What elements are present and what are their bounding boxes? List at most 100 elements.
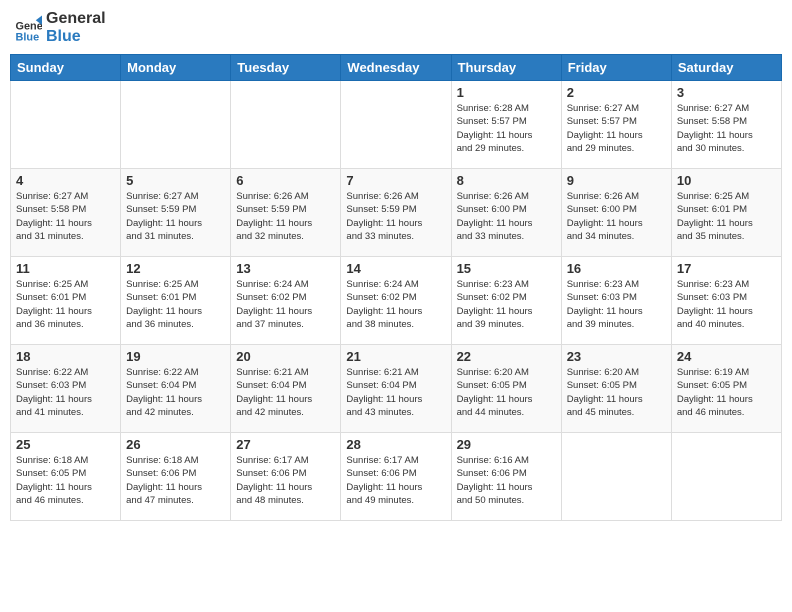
day-info: Sunrise: 6:25 AM Sunset: 6:01 PM Dayligh…	[677, 190, 776, 243]
calendar-week-5: 25Sunrise: 6:18 AM Sunset: 6:05 PM Dayli…	[11, 433, 782, 521]
calendar-week-2: 4 Sunrise: 6:27 AM Sunset: 5:58 PM Daylig…	[11, 169, 782, 257]
day-info: Sunrise: 6:20 AM Sunset: 6:05 PM Dayligh…	[457, 366, 556, 419]
calendar-table: SundayMondayTuesdayWednesdayThursdayFrid…	[10, 54, 782, 521]
logo-blue: Blue	[46, 28, 106, 46]
logo-general: General	[46, 10, 106, 28]
day-info: Sunrise: 6:19 AM Sunset: 6:05 PM Dayligh…	[677, 366, 776, 419]
day-number: 11	[16, 261, 115, 276]
day-number: 15	[457, 261, 556, 276]
day-number: 24	[677, 349, 776, 364]
day-number: 10	[677, 173, 776, 188]
weekday-header-wednesday: Wednesday	[341, 55, 451, 81]
weekday-header-saturday: Saturday	[671, 55, 781, 81]
calendar-cell: 12 Sunrise: 6:25 AM Sunset: 6:01 PM Dayli…	[121, 257, 231, 345]
day-number: 1	[457, 85, 556, 100]
calendar-cell: 13 Sunrise: 6:24 AM Sunset: 6:02 PM Dayli…	[231, 257, 341, 345]
svg-text:Blue: Blue	[16, 31, 40, 42]
calendar-cell: 20 Sunrise: 6:21 AM Sunset: 6:04 PM Dayli…	[231, 345, 341, 433]
day-info: Sunrise: 6:24 AM Sunset: 6:02 PM Dayligh…	[236, 278, 335, 331]
calendar-cell	[121, 81, 231, 169]
day-info: Sunrise: 6:27 AM Sunset: 5:58 PM Dayligh…	[677, 102, 776, 155]
day-info: Sunrise: 6:23 AM Sunset: 6:03 PM Dayligh…	[677, 278, 776, 331]
day-info: Sunrise: 6:27 AM Sunset: 5:59 PM Dayligh…	[126, 190, 225, 243]
calendar-cell: 15 Sunrise: 6:23 AM Sunset: 6:02 PM Dayli…	[451, 257, 561, 345]
calendar-cell: 4 Sunrise: 6:27 AM Sunset: 5:58 PM Daylig…	[11, 169, 121, 257]
calendar-cell: 14Sunrise: 6:24 AM Sunset: 6:02 PM Dayli…	[341, 257, 451, 345]
weekday-header-friday: Friday	[561, 55, 671, 81]
calendar-cell	[341, 81, 451, 169]
day-number: 5	[126, 173, 225, 188]
day-info: Sunrise: 6:20 AM Sunset: 6:05 PM Dayligh…	[567, 366, 666, 419]
weekday-header-sunday: Sunday	[11, 55, 121, 81]
calendar-cell: 26Sunrise: 6:18 AM Sunset: 6:06 PM Dayli…	[121, 433, 231, 521]
day-number: 13	[236, 261, 335, 276]
calendar-cell: 7 Sunrise: 6:26 AM Sunset: 5:59 PM Daylig…	[341, 169, 451, 257]
day-number: 28	[346, 437, 445, 452]
day-number: 20	[236, 349, 335, 364]
calendar-cell: 5 Sunrise: 6:27 AM Sunset: 5:59 PM Daylig…	[121, 169, 231, 257]
day-info: Sunrise: 6:25 AM Sunset: 6:01 PM Dayligh…	[126, 278, 225, 331]
day-number: 2	[567, 85, 666, 100]
calendar-cell: 28 Sunrise: 6:17 AM Sunset: 6:06 PM Dayli…	[341, 433, 451, 521]
calendar-cell: 19 Sunrise: 6:22 AM Sunset: 6:04 PM Dayli…	[121, 345, 231, 433]
day-number: 4	[16, 173, 115, 188]
day-number: 21	[346, 349, 445, 364]
day-info: Sunrise: 6:22 AM Sunset: 6:04 PM Dayligh…	[126, 366, 225, 419]
calendar-cell	[561, 433, 671, 521]
day-number: 19	[126, 349, 225, 364]
day-info: Sunrise: 6:24 AM Sunset: 6:02 PM Dayligh…	[346, 278, 445, 331]
day-info: Sunrise: 6:23 AM Sunset: 6:03 PM Dayligh…	[567, 278, 666, 331]
day-number: 18	[16, 349, 115, 364]
day-number: 16	[567, 261, 666, 276]
day-info: Sunrise: 6:21 AM Sunset: 6:04 PM Dayligh…	[236, 366, 335, 419]
calendar-cell: 29 Sunrise: 6:16 AM Sunset: 6:06 PM Dayli…	[451, 433, 561, 521]
calendar-week-1: 1 Sunrise: 6:28 AM Sunset: 5:57 PM Daylig…	[11, 81, 782, 169]
calendar-cell: 25Sunrise: 6:18 AM Sunset: 6:05 PM Dayli…	[11, 433, 121, 521]
calendar-cell: 8 Sunrise: 6:26 AM Sunset: 6:00 PM Daylig…	[451, 169, 561, 257]
day-info: Sunrise: 6:26 AM Sunset: 6:00 PM Dayligh…	[567, 190, 666, 243]
day-info: Sunrise: 6:26 AM Sunset: 5:59 PM Dayligh…	[346, 190, 445, 243]
day-number: 29	[457, 437, 556, 452]
day-info: Sunrise: 6:18 AM Sunset: 6:05 PM Dayligh…	[16, 454, 115, 507]
day-number: 9	[567, 173, 666, 188]
day-number: 27	[236, 437, 335, 452]
calendar-body: 1 Sunrise: 6:28 AM Sunset: 5:57 PM Daylig…	[11, 81, 782, 521]
calendar-cell: 9 Sunrise: 6:26 AM Sunset: 6:00 PM Daylig…	[561, 169, 671, 257]
day-info: Sunrise: 6:21 AM Sunset: 6:04 PM Dayligh…	[346, 366, 445, 419]
calendar-cell: 1 Sunrise: 6:28 AM Sunset: 5:57 PM Daylig…	[451, 81, 561, 169]
day-info: Sunrise: 6:17 AM Sunset: 6:06 PM Dayligh…	[236, 454, 335, 507]
weekday-header-row: SundayMondayTuesdayWednesdayThursdayFrid…	[11, 55, 782, 81]
day-info: Sunrise: 6:17 AM Sunset: 6:06 PM Dayligh…	[346, 454, 445, 507]
calendar-cell: 6 Sunrise: 6:26 AM Sunset: 5:59 PM Daylig…	[231, 169, 341, 257]
day-number: 23	[567, 349, 666, 364]
calendar-cell: 23 Sunrise: 6:20 AM Sunset: 6:05 PM Dayli…	[561, 345, 671, 433]
calendar-cell: 17 Sunrise: 6:23 AM Sunset: 6:03 PM Dayli…	[671, 257, 781, 345]
day-number: 17	[677, 261, 776, 276]
calendar-cell: 2 Sunrise: 6:27 AM Sunset: 5:57 PM Daylig…	[561, 81, 671, 169]
calendar-cell: 10 Sunrise: 6:25 AM Sunset: 6:01 PM Dayli…	[671, 169, 781, 257]
calendar-cell: 27 Sunrise: 6:17 AM Sunset: 6:06 PM Dayli…	[231, 433, 341, 521]
day-number: 3	[677, 85, 776, 100]
day-info: Sunrise: 6:22 AM Sunset: 6:03 PM Dayligh…	[16, 366, 115, 419]
day-number: 26	[126, 437, 225, 452]
calendar-cell: 3 Sunrise: 6:27 AM Sunset: 5:58 PM Daylig…	[671, 81, 781, 169]
day-info: Sunrise: 6:28 AM Sunset: 5:57 PM Dayligh…	[457, 102, 556, 155]
day-info: Sunrise: 6:26 AM Sunset: 6:00 PM Dayligh…	[457, 190, 556, 243]
day-info: Sunrise: 6:26 AM Sunset: 5:59 PM Dayligh…	[236, 190, 335, 243]
logo-icon: General Blue	[14, 14, 42, 42]
logo: General Blue General Blue	[14, 10, 106, 46]
day-number: 6	[236, 173, 335, 188]
calendar-cell: 16 Sunrise: 6:23 AM Sunset: 6:03 PM Dayli…	[561, 257, 671, 345]
day-info: Sunrise: 6:23 AM Sunset: 6:02 PM Dayligh…	[457, 278, 556, 331]
day-info: Sunrise: 6:27 AM Sunset: 5:57 PM Dayligh…	[567, 102, 666, 155]
day-info: Sunrise: 6:16 AM Sunset: 6:06 PM Dayligh…	[457, 454, 556, 507]
day-number: 7	[346, 173, 445, 188]
calendar-cell: 22 Sunrise: 6:20 AM Sunset: 6:05 PM Dayli…	[451, 345, 561, 433]
day-number: 8	[457, 173, 556, 188]
calendar-week-4: 18 Sunrise: 6:22 AM Sunset: 6:03 PM Dayli…	[11, 345, 782, 433]
day-number: 12	[126, 261, 225, 276]
day-info: Sunrise: 6:27 AM Sunset: 5:58 PM Dayligh…	[16, 190, 115, 243]
calendar-cell	[671, 433, 781, 521]
day-number: 22	[457, 349, 556, 364]
header: General Blue General Blue	[10, 10, 782, 46]
